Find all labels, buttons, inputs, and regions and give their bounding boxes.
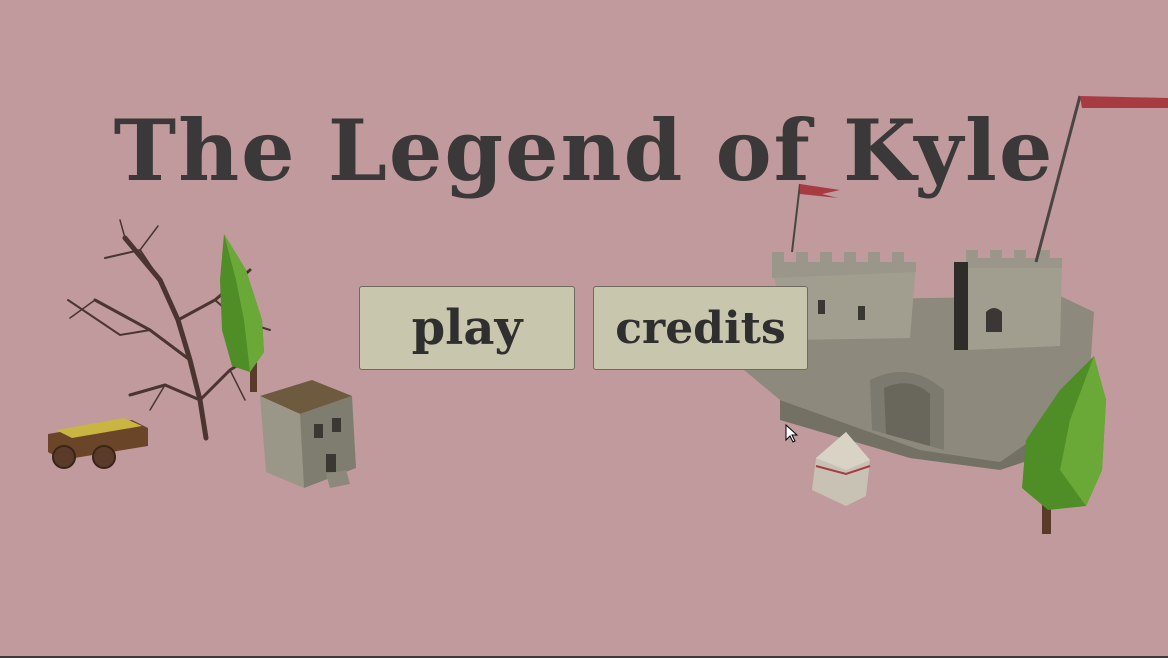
game-title: The Legend of Kyle [113,101,1055,200]
credits-button[interactable]: credits [593,286,808,370]
hay-cart-icon [48,418,148,469]
house-icon [260,380,356,488]
mouse-cursor-icon [785,423,799,443]
play-button[interactable]: play [359,286,575,370]
cypress-tree-icon [220,234,264,392]
